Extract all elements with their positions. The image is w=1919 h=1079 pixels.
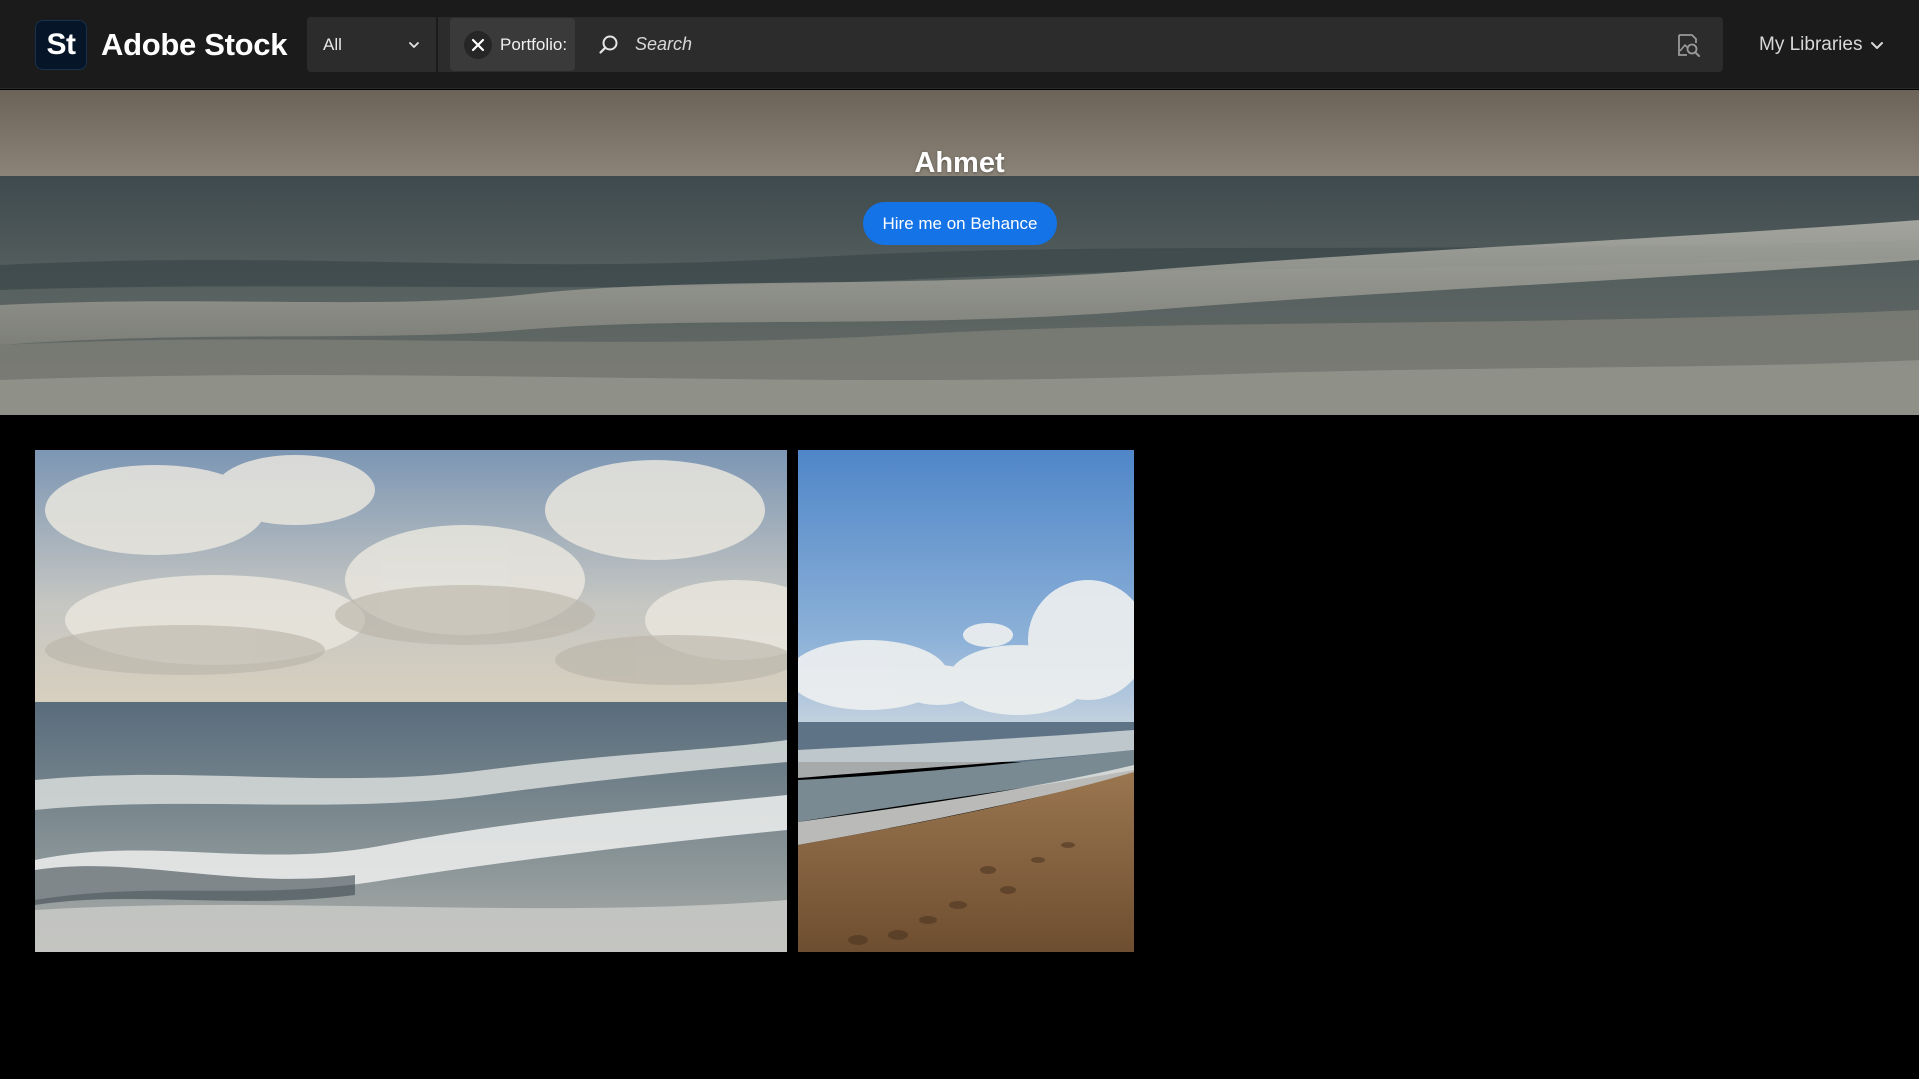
adobe-stock-logo[interactable]: St Adobe Stock bbox=[35, 20, 287, 70]
asset-type-selected: All bbox=[323, 34, 342, 54]
asset-type-dropdown[interactable]: All bbox=[307, 17, 438, 72]
portfolio-hero-banner: Ahmet Hire me on Behance bbox=[0, 90, 1919, 415]
my-libraries-label: My Libraries bbox=[1759, 34, 1863, 55]
chevron-down-icon bbox=[1871, 42, 1884, 49]
hire-on-behance-button[interactable]: Hire me on Behance bbox=[863, 202, 1057, 245]
chevron-down-icon bbox=[409, 41, 419, 48]
search-bar: All Portfolio: bbox=[307, 17, 1723, 72]
portfolio-chip-label: Portfolio: bbox=[500, 34, 568, 54]
image-search-icon bbox=[1678, 33, 1700, 57]
search-icon bbox=[599, 35, 618, 54]
search-input[interactable] bbox=[635, 24, 1673, 65]
visual-search-button[interactable] bbox=[1673, 30, 1703, 60]
stock-logo-badge: St bbox=[35, 20, 87, 70]
sea-waves-image bbox=[35, 450, 787, 952]
top-navigation-bar: St Adobe Stock All Portfolio: Search My … bbox=[0, 0, 1919, 89]
remove-filter-button[interactable] bbox=[464, 30, 492, 59]
gallery-thumbnail[interactable] bbox=[35, 450, 787, 952]
portfolio-filter-chip: Portfolio: bbox=[450, 18, 575, 71]
gallery-thumbnail[interactable] bbox=[798, 450, 1134, 952]
beach-image bbox=[798, 450, 1134, 952]
hero-sea-image bbox=[0, 90, 1919, 415]
close-icon bbox=[471, 38, 485, 51]
my-libraries-menu[interactable]: My Libraries bbox=[1759, 30, 1884, 60]
logo-text: Adobe Stock bbox=[101, 27, 288, 62]
contributor-name: Ahmet bbox=[914, 147, 1005, 179]
